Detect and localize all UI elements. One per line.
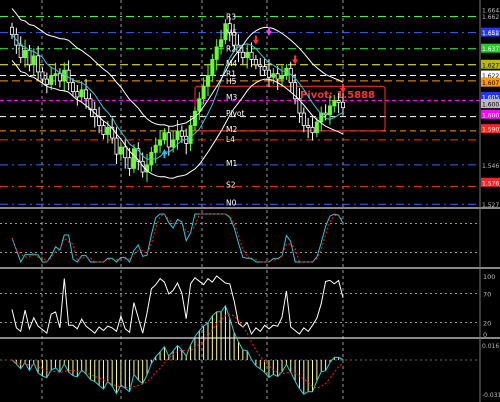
candle-body <box>101 125 106 135</box>
candle-body <box>240 51 245 59</box>
axis-tag-label: 1.627 <box>482 62 499 69</box>
level-label-n0: N0 <box>226 198 237 207</box>
candle-body <box>201 85 206 100</box>
candle-body <box>175 130 180 141</box>
candle-body <box>31 55 36 66</box>
axis-tag-label: 1.576 <box>482 180 499 187</box>
candle-body <box>253 59 258 66</box>
candle-body <box>75 91 80 98</box>
candle-body <box>118 146 123 155</box>
candle-body <box>340 101 345 109</box>
pivot-box-label: Pivot: 1.5888 <box>300 90 375 101</box>
candle-body <box>214 46 219 60</box>
rsi-tick-label: 100 <box>483 273 495 281</box>
level-label-l4: L4 <box>226 135 235 144</box>
axis-tag-label: 1.600 <box>482 112 499 119</box>
macd-tick-label: 0.016 <box>482 343 499 350</box>
candle-body <box>18 44 23 59</box>
candle-body <box>205 75 210 87</box>
candle-body <box>210 59 215 76</box>
candle-body <box>62 69 67 82</box>
candle-body <box>44 78 49 85</box>
candle-body <box>245 51 250 59</box>
level-label-s2: S2 <box>226 181 236 190</box>
candle-body <box>162 132 167 141</box>
candle-body <box>23 50 28 59</box>
axis-tag-label: 1.662 <box>482 14 499 21</box>
level-label-pivot: Pivot <box>226 109 244 118</box>
level-label-m1: M1 <box>226 159 237 168</box>
candle-body <box>332 100 337 107</box>
macd-tick-label: -0.031 <box>482 392 500 399</box>
candle-body <box>314 121 319 134</box>
candle-body <box>171 139 176 148</box>
axis-tag-label: 1.600 <box>482 102 499 109</box>
candle-body <box>327 105 332 116</box>
candle-body <box>301 112 306 126</box>
candle-body <box>262 66 267 71</box>
candle-body <box>79 89 84 98</box>
rsi-tick-label: 0 <box>483 331 487 339</box>
candle-body <box>197 98 202 112</box>
candle-body <box>40 71 45 80</box>
candle-body <box>271 73 276 78</box>
axis-tag-label: 1.607 <box>482 80 499 87</box>
candle-body <box>219 39 224 48</box>
candle-body <box>49 75 54 85</box>
forex-chart: Pivot: 1.5888R3M5R2M4R1H5M3PivotM2L4M1S2… <box>0 0 500 402</box>
level-label-r3: R3 <box>226 13 236 22</box>
candle-body <box>9 26 14 35</box>
candle-body <box>336 100 341 103</box>
price-tick-label: 1.648 <box>482 31 499 38</box>
price-tick-label: 1.546 <box>482 163 499 170</box>
candle-body <box>127 157 132 169</box>
level-label-r2: R2 <box>226 45 236 54</box>
candle-body <box>105 126 110 135</box>
level-label-m5: M5 <box>226 29 237 38</box>
candle-body <box>131 148 136 169</box>
candle-body <box>280 75 285 80</box>
candle-body <box>166 132 171 148</box>
candle-body <box>188 125 193 144</box>
price-tick-label: 1.527 <box>482 202 499 209</box>
candle-body <box>266 69 271 78</box>
candle-body <box>57 73 62 82</box>
level-label-h5: H5 <box>226 77 237 86</box>
candle-body <box>27 50 32 66</box>
candle-body <box>114 137 119 155</box>
chart-background <box>0 0 500 402</box>
candle[interactable] <box>131 144 136 173</box>
candle-body <box>275 73 280 80</box>
price-tick-label: 1.664 <box>482 7 499 14</box>
candle-body <box>249 51 254 60</box>
candle-body <box>153 144 158 153</box>
candle-body <box>123 146 128 159</box>
candle-body <box>192 110 197 126</box>
candle-body <box>53 73 58 76</box>
axis-tag-label: 1.590 <box>482 127 499 134</box>
candle-body <box>84 89 89 100</box>
candle-body <box>70 82 75 92</box>
candle-body <box>258 64 263 67</box>
candle-body <box>158 139 163 146</box>
candle-body <box>36 55 41 73</box>
rsi-tick-label: 70 <box>483 290 491 298</box>
rsi-tick-label: 20 <box>483 319 491 327</box>
level-label-m3: M3 <box>226 93 237 102</box>
level-label-m4: M4 <box>226 59 237 68</box>
axis-tag-label: 1.637 <box>482 46 499 53</box>
candle-body <box>323 112 328 116</box>
level-label-m2: M2 <box>226 125 237 134</box>
candle-body <box>310 126 315 134</box>
candle-body <box>179 130 184 137</box>
candle-body <box>306 125 311 128</box>
